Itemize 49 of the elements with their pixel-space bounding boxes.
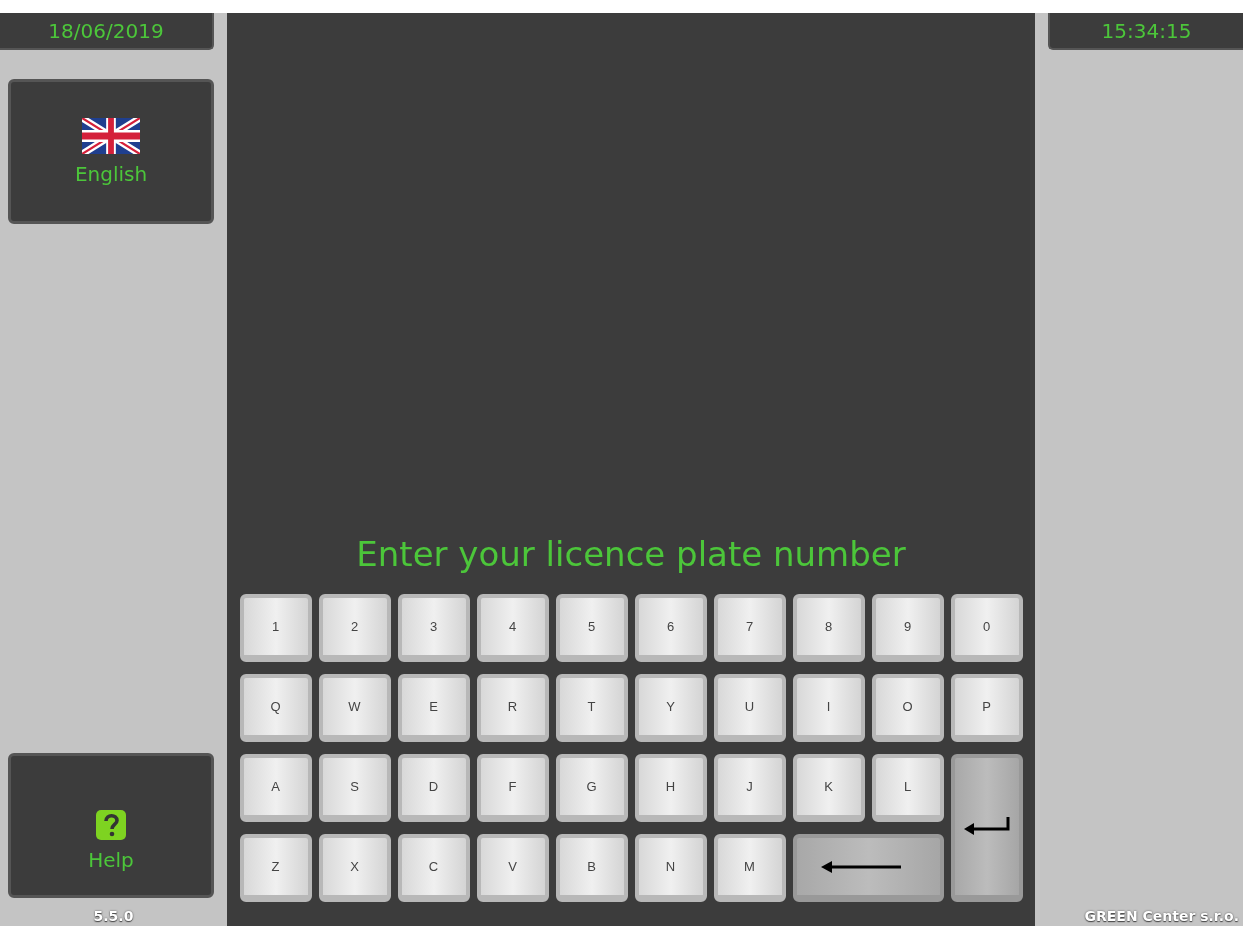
keyboard-key[interactable]: X	[318, 834, 391, 902]
keyboard-key[interactable]: C	[397, 834, 470, 902]
prompt-text: Enter your licence plate number	[356, 534, 906, 574]
help-icon	[96, 809, 126, 840]
keyboard-key[interactable]: B	[555, 834, 628, 902]
keyboard-key[interactable]: O	[871, 674, 944, 742]
keyboard-key[interactable]: J	[713, 754, 786, 822]
keyboard-key[interactable]: H	[634, 754, 707, 822]
keyboard-key[interactable]: G	[555, 754, 628, 822]
date-display: 18/06/2019	[0, 13, 214, 50]
keyboard-key[interactable]: T	[555, 674, 628, 742]
keyboard-key[interactable]: W	[318, 674, 391, 742]
keyboard-key[interactable]: 8	[792, 594, 865, 662]
keyboard-key[interactable]: K	[792, 754, 865, 822]
keyboard-key[interactable]: 3	[397, 594, 470, 662]
keyboard-key[interactable]: Y	[634, 674, 707, 742]
keyboard-key[interactable]: Q	[239, 674, 312, 742]
keyboard-key[interactable]: 4	[476, 594, 549, 662]
keyboard-key[interactable]: D	[397, 754, 470, 822]
keyboard-key[interactable]: A	[239, 754, 312, 822]
keyboard-key[interactable]: 1	[239, 594, 312, 662]
keyboard-key[interactable]: L	[871, 754, 944, 822]
backspace-key[interactable]	[792, 834, 944, 902]
keyboard-key[interactable]: S	[318, 754, 391, 822]
flag-icon	[82, 117, 140, 154]
language-button[interactable]: English	[8, 79, 214, 224]
enter-icon	[962, 815, 1011, 838]
keyboard-key[interactable]: 9	[871, 594, 944, 662]
backspace-icon	[820, 859, 901, 874]
keyboard-key[interactable]: 7	[713, 594, 786, 662]
keyboard-key[interactable]: R	[476, 674, 549, 742]
keyboard-key[interactable]: V	[476, 834, 549, 902]
keyboard-key[interactable]: 2	[318, 594, 391, 662]
company-label: GREEN Center s.r.o.	[1083, 907, 1240, 926]
keyboard-key[interactable]: U	[713, 674, 786, 742]
time-display: 15:34:15	[1048, 13, 1243, 50]
keyboard-key[interactable]: N	[634, 834, 707, 902]
keyboard-key[interactable]: 5	[555, 594, 628, 662]
keyboard-key[interactable]: 0	[950, 594, 1023, 662]
help-button[interactable]: Help	[8, 753, 214, 898]
version-label: 5.5.0	[92, 907, 135, 926]
keyboard-key[interactable]: E	[397, 674, 470, 742]
keyboard-key[interactable]: Z	[239, 834, 312, 902]
keyboard-key[interactable]: M	[713, 834, 786, 902]
keyboard-key[interactable]: F	[476, 754, 549, 822]
keyboard-key[interactable]: P	[950, 674, 1023, 742]
keyboard-key[interactable]: 6	[634, 594, 707, 662]
keyboard-key[interactable]: I	[792, 674, 865, 742]
enter-key[interactable]	[950, 754, 1023, 902]
